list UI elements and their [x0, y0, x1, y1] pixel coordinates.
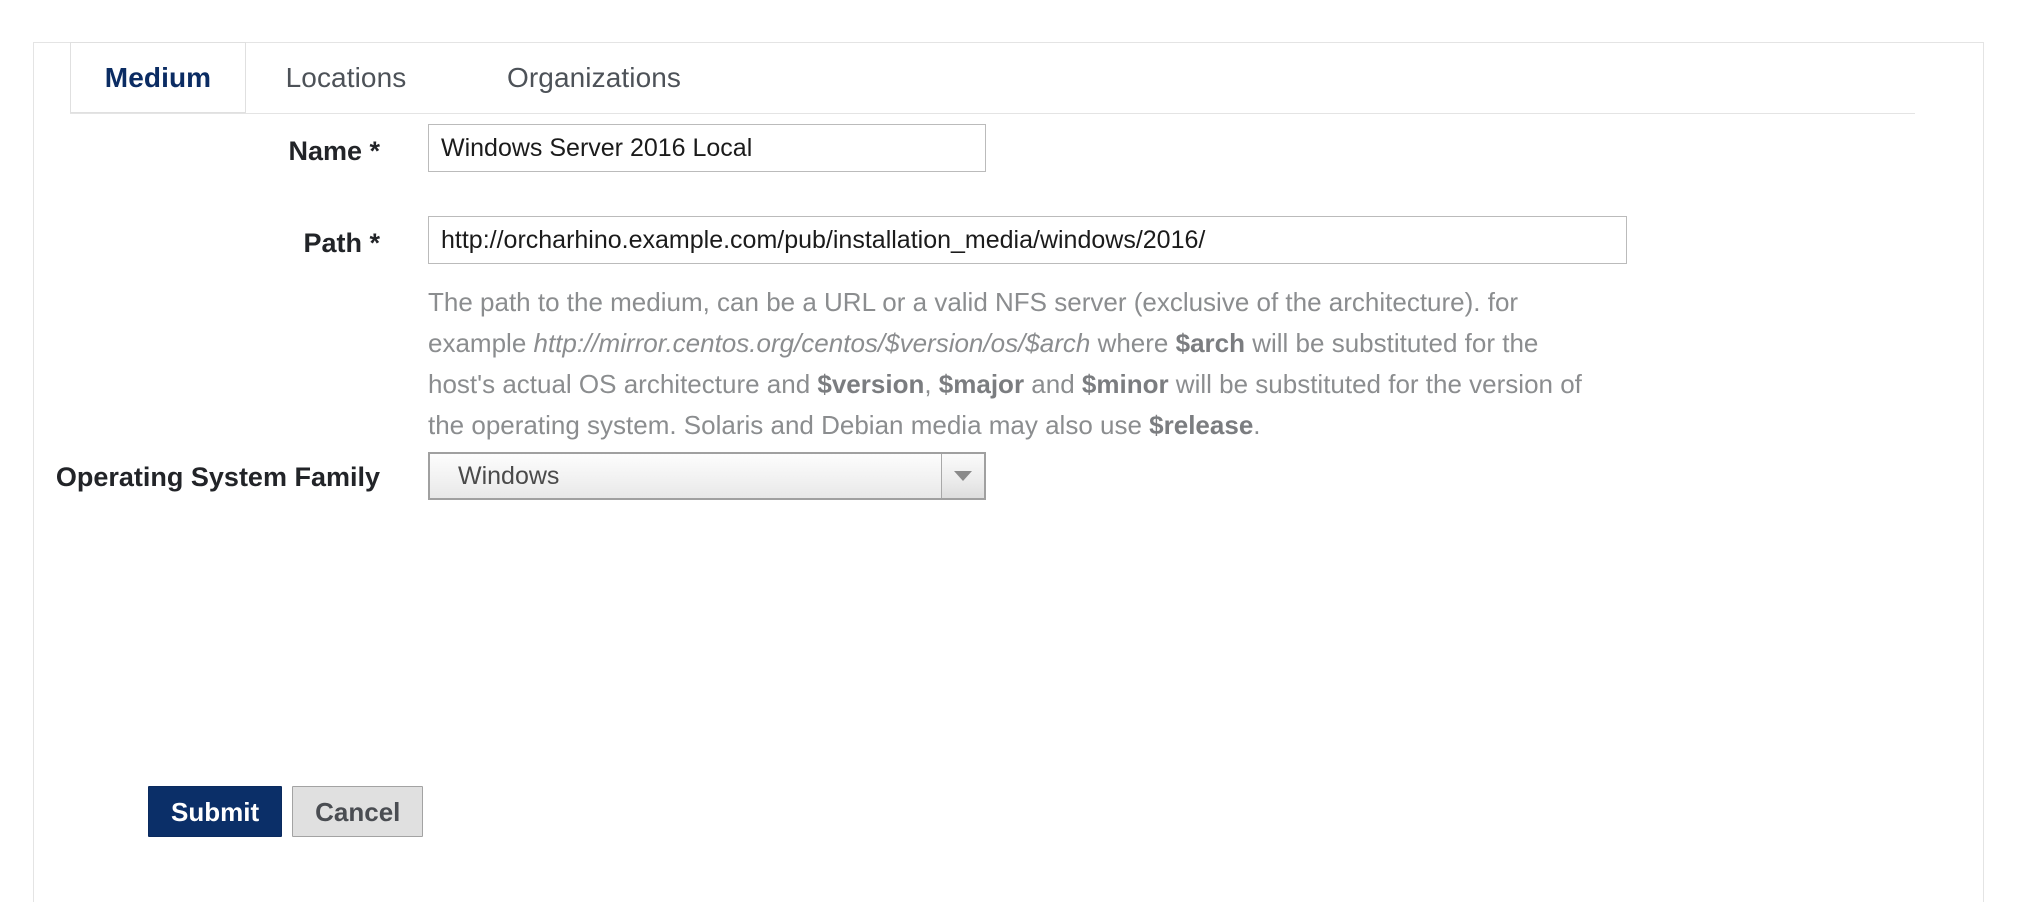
help-segment-7: . — [1253, 410, 1261, 440]
os-family-selected-value: Windows — [458, 461, 560, 490]
name-input[interactable] — [428, 124, 986, 172]
tab-medium-label: Medium — [104, 61, 212, 93]
os-family-label: Operating System Family — [55, 462, 380, 492]
submit-button[interactable]: Submit — [148, 786, 283, 837]
help-var-major: $major — [938, 369, 1025, 399]
path-label: Path * — [303, 228, 380, 258]
path-help-text: The path to the medium, can be a URL or … — [428, 282, 1608, 446]
help-segment-2: where — [1090, 328, 1176, 358]
form-actions: Submit Cancel — [148, 786, 424, 837]
tab-locations-label: Locations — [285, 61, 407, 93]
help-var-arch: $arch — [1175, 328, 1245, 358]
caret-shape — [954, 471, 972, 481]
help-var-minor: $minor — [1081, 369, 1169, 399]
cancel-button[interactable]: Cancel — [292, 786, 424, 837]
tab-organizations-label: Organizations — [506, 61, 682, 93]
help-example-url: http://mirror.centos.org/centos/$version… — [533, 328, 1091, 358]
path-input[interactable] — [428, 216, 1627, 264]
help-var-release: $release — [1149, 410, 1254, 440]
tab-locations[interactable]: Locations — [246, 42, 446, 113]
help-var-version: $version — [817, 369, 925, 399]
help-segment-5: and — [1024, 369, 1082, 399]
os-family-select[interactable]: Windows — [428, 452, 986, 500]
tab-medium[interactable]: Medium — [70, 42, 246, 113]
help-segment-4: , — [924, 369, 939, 399]
name-label: Name * — [288, 136, 380, 166]
chevron-down-icon[interactable] — [941, 454, 984, 498]
tab-organizations[interactable]: Organizations — [474, 42, 714, 113]
tab-strip: Medium Locations Organizations — [70, 42, 1915, 114]
page-root: Medium Locations Organizations Name * Pa… — [0, 0, 2019, 902]
